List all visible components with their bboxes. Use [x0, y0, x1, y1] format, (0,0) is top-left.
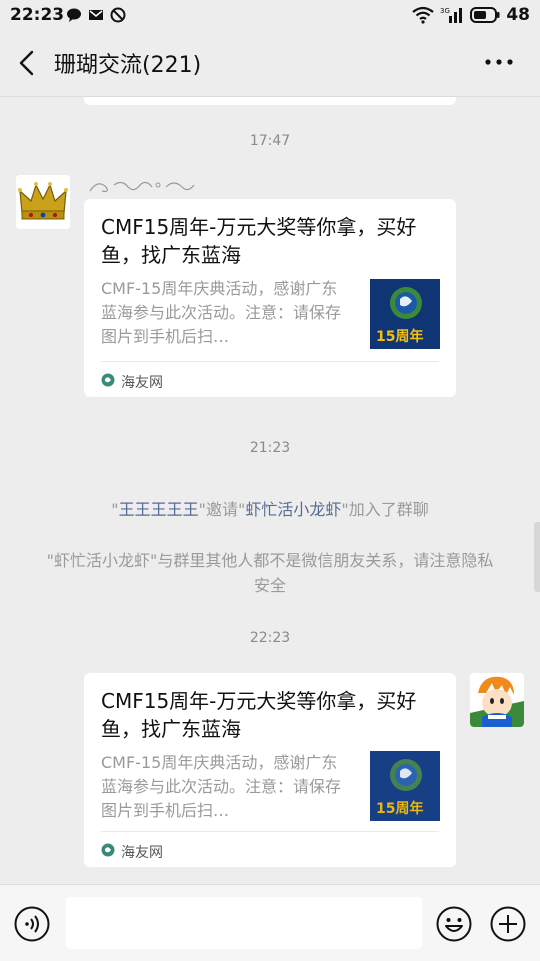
link-card[interactable]: CMF15周年-万元大奖等你拿，买好鱼，找广东蓝海 CMF-15周年庆典活动，感…	[84, 673, 456, 867]
avatar-crown[interactable]	[16, 175, 70, 229]
source-logo-icon	[101, 843, 115, 857]
status-bar: 22:23 3G 48	[0, 0, 540, 30]
side-drawer-handle[interactable]	[534, 522, 540, 592]
card-footer: 海友网	[101, 831, 439, 868]
inviter-name-link[interactable]: 王王王王王	[119, 500, 199, 519]
card-thumbnail: 15周年	[370, 279, 440, 349]
wifi-icon	[412, 6, 435, 24]
card-source: 海友网	[121, 375, 163, 391]
system-message-privacy: "虾忙活小龙虾"与群里其他人都不是微信朋友关系，请注意隐私安全	[46, 551, 494, 595]
link-card[interactable]: CMF15周年-万元大奖等你拿，买好鱼，找广东蓝海 CMF-15周年庆典活动，感…	[84, 199, 456, 397]
voice-button[interactable]	[14, 906, 50, 942]
timestamp: 22:23	[249, 630, 291, 646]
status-time: 22:23	[10, 5, 65, 25]
emoji-button[interactable]	[436, 906, 472, 942]
nickname-ornament	[89, 181, 195, 193]
input-bar	[0, 884, 540, 961]
chat-area[interactable]: 17:47 CMF15周年-万元大奖等你拿，买好鱼，找广东蓝海 CMF-15周年…	[0, 97, 540, 883]
cartoon-avatar-icon	[470, 673, 524, 727]
sys-text: "邀请"	[198, 500, 246, 519]
anniversary-thumbnail-icon: 15周年	[370, 751, 440, 821]
svg-text:15周年: 15周年	[376, 328, 423, 345]
chat-header: 珊瑚交流(221)	[0, 30, 540, 97]
invitee-name-link[interactable]: 虾忙活小龙虾	[245, 500, 341, 519]
chat-title: 珊瑚交流(221)	[54, 53, 202, 78]
avatar-self[interactable]	[470, 673, 524, 727]
svg-text:15周年: 15周年	[376, 800, 423, 817]
card-title: CMF15周年-万元大奖等你拿，买好鱼，找广东蓝海	[101, 689, 417, 741]
sys-text: "	[111, 500, 119, 519]
card-description: CMF-15周年庆典活动，感谢广东蓝海参与此次活动。注意：请保存图片到手机后扫…	[101, 753, 342, 820]
mail-icon	[89, 10, 103, 20]
anniversary-thumbnail-icon: 15周年	[370, 279, 440, 349]
card-footer: 海友网	[101, 361, 439, 398]
timestamp: 17:47	[249, 133, 291, 149]
previous-message-card[interactable]	[84, 97, 456, 105]
message-input[interactable]	[66, 897, 422, 949]
notification-icons	[66, 7, 126, 23]
chat-bubble-icon	[67, 8, 81, 22]
status-right: 3G 48	[412, 5, 530, 25]
card-source: 海友网	[121, 845, 163, 861]
timestamp: 21:23	[249, 440, 291, 456]
plus-button[interactable]	[490, 906, 526, 942]
signal-icon: 3G	[440, 7, 463, 23]
card-description: CMF-15周年庆典活动，感谢广东蓝海参与此次活动。注意：请保存图片到手机后扫…	[101, 279, 342, 346]
source-logo-icon	[101, 373, 115, 387]
system-message-invite: "王王王王王"邀请"虾忙活小龙虾"加入了群聊	[40, 497, 500, 522]
block-icon	[110, 7, 126, 23]
svg-text:3G: 3G	[440, 7, 450, 15]
more-button[interactable]	[484, 58, 514, 66]
battery-icon	[470, 7, 500, 23]
sys-text: "加入了群聊	[341, 500, 429, 519]
battery-level: 48	[506, 5, 530, 25]
crown-avatar-icon	[16, 175, 70, 229]
back-button[interactable]	[16, 50, 40, 76]
card-title: CMF15周年-万元大奖等你拿，买好鱼，找广东蓝海	[101, 215, 417, 267]
card-thumbnail: 15周年	[370, 751, 440, 821]
